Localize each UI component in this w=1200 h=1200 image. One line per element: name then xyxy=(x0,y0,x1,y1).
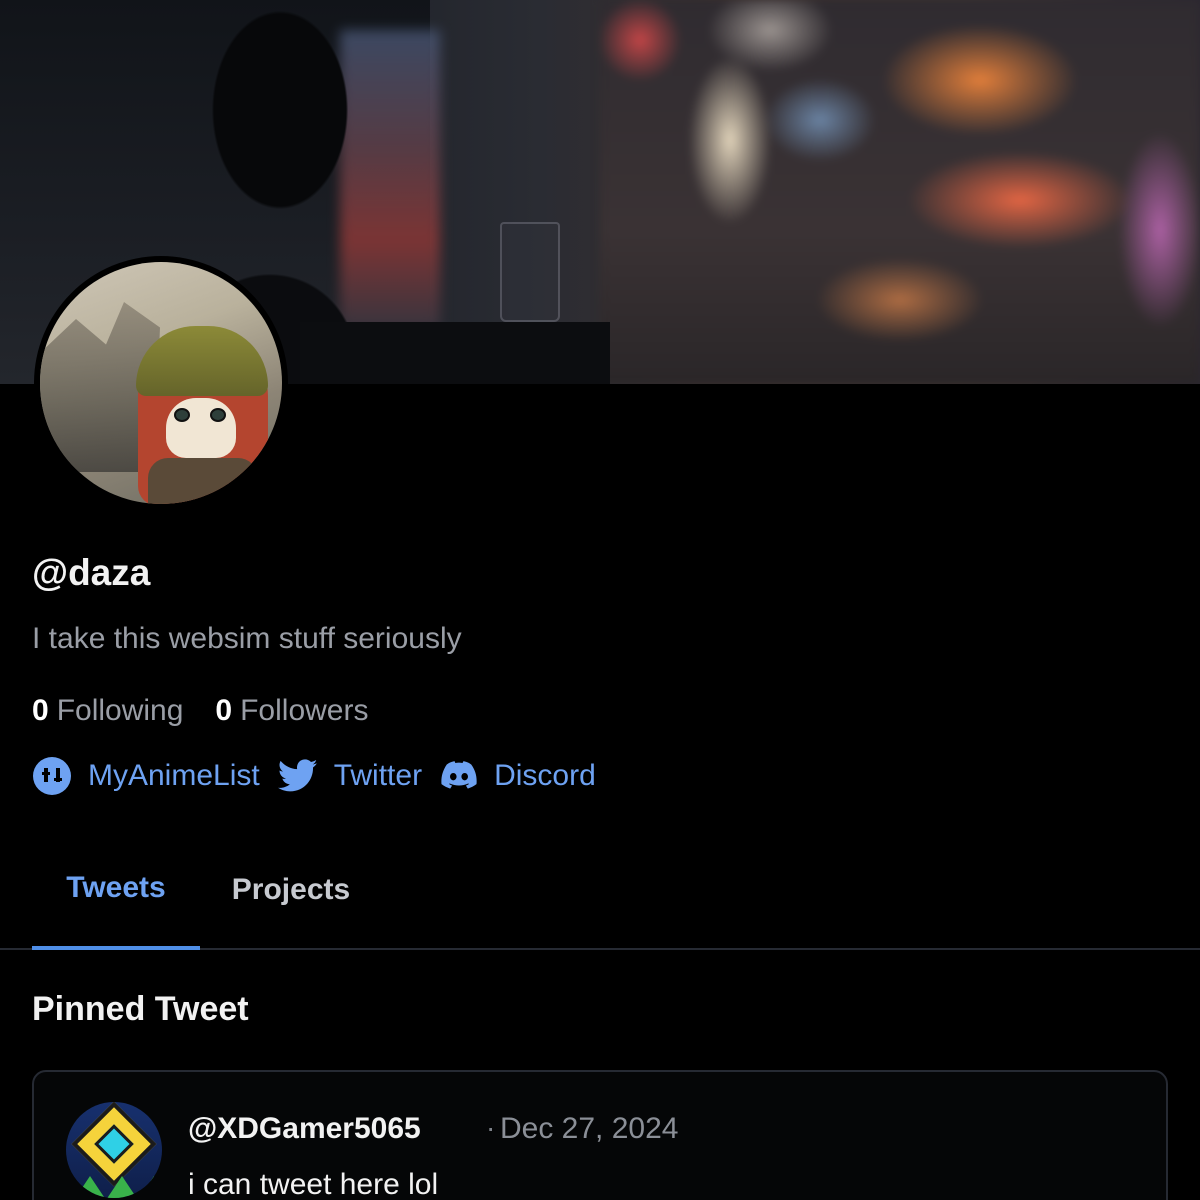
tweet-text: i can tweet here lol xyxy=(188,1168,439,1200)
following-count: 0 xyxy=(32,694,49,727)
profile-avatar[interactable] xyxy=(34,256,288,510)
link-twitter[interactable]: Twitter xyxy=(277,759,423,793)
following-stat[interactable]: 0 Following xyxy=(32,694,183,728)
myanimelist-icon xyxy=(32,756,72,796)
profile-page: @daza I take this websim stuff seriously… xyxy=(0,0,1200,1200)
following-label: Following xyxy=(56,694,184,727)
tweet-date-text: Dec 27, 2024 xyxy=(500,1112,679,1145)
tweet-meta-separator: · xyxy=(486,1112,496,1143)
tweet-author-username[interactable]: @XDGamer5065 xyxy=(188,1112,421,1146)
discord-icon xyxy=(440,759,478,793)
followers-count: 0 xyxy=(215,694,233,727)
link-discord-label: Discord xyxy=(494,759,596,792)
social-links: MyAnimeList Twitter Discord xyxy=(32,756,614,796)
pinned-tweet-card[interactable]: @XDGamer5065 · Dec 27, 2024 i can tweet … xyxy=(32,1070,1168,1200)
followers-label: Followers xyxy=(240,694,369,727)
profile-stats: 0 Following 0 Followers xyxy=(32,694,368,728)
tab-tweets[interactable]: Tweets xyxy=(32,848,200,950)
tweet-author-avatar[interactable] xyxy=(66,1102,162,1198)
twitter-bird-icon xyxy=(277,759,318,793)
link-twitter-label: Twitter xyxy=(333,759,423,792)
link-myanimelist-label: MyAnimeList xyxy=(88,759,260,792)
pinned-tweet-heading: Pinned Tweet xyxy=(32,990,249,1028)
profile-bio: I take this websim stuff seriously xyxy=(32,622,462,655)
profile-tabs: Tweets Projects xyxy=(0,848,1200,950)
profile-handle: @daza xyxy=(32,552,151,593)
followers-stat[interactable]: 0 Followers xyxy=(215,694,368,728)
tab-projects[interactable]: Projects xyxy=(210,848,372,948)
link-myanimelist[interactable]: MyAnimeList xyxy=(32,756,260,796)
tweet-date: Dec 27, 2024 xyxy=(500,1112,678,1146)
link-discord[interactable]: Discord xyxy=(440,759,596,793)
